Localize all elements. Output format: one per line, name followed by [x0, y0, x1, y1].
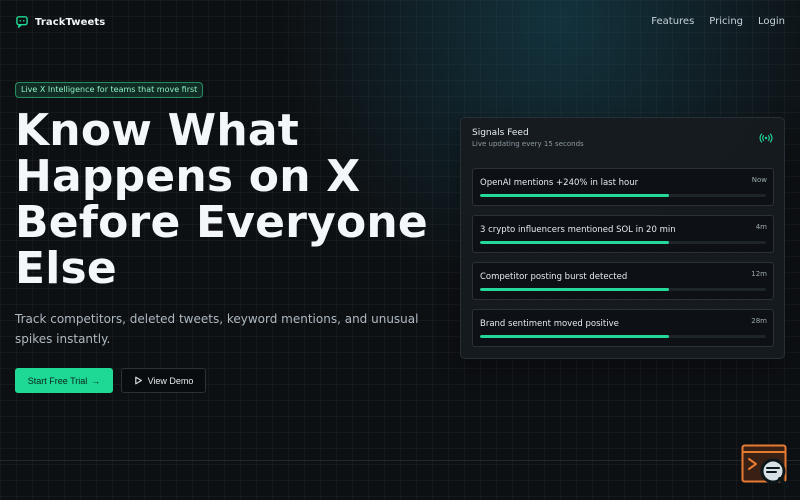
signal-progress-track	[480, 288, 766, 291]
view-demo-button[interactable]: View Demo	[121, 368, 206, 393]
signal-progress-track	[480, 194, 766, 197]
hero-subtitle: Track competitors, deleted tweets, keywo…	[15, 312, 419, 346]
signals-list: OpenAI mentions +240% in last hour Now 3…	[472, 168, 774, 356]
signal-item[interactable]: Brand sentiment moved positive 28m	[472, 309, 774, 347]
signal-text: Brand sentiment moved positive	[480, 319, 619, 329]
hero-badge: Live X Intelligence for teams that move …	[15, 82, 204, 98]
signal-progress-fill	[480, 288, 669, 291]
signal-time: 28m	[751, 317, 767, 325]
signals-feed-card: Signals Feed Live updating every 15 seco…	[460, 117, 785, 359]
nav-link-features[interactable]: Features	[651, 16, 694, 27]
nav-link-login[interactable]: Login	[758, 16, 785, 27]
signal-item[interactable]: Competitor posting burst detected 12m	[472, 262, 774, 300]
signals-feed-subtitle: Live updating every 15 seconds	[472, 140, 584, 148]
chat-bubble-icon	[16, 16, 28, 28]
signal-progress-fill	[480, 194, 669, 197]
arrow-right-icon: →	[91, 375, 101, 386]
hero-title-line: Before Everyone	[15, 197, 428, 248]
signal-text: Competitor posting burst detected	[480, 272, 628, 282]
brand[interactable]: TrackTweets	[15, 15, 105, 29]
broadcast-icon	[759, 133, 773, 143]
signal-progress-fill	[480, 241, 669, 244]
hero-title-line: Happens on X	[15, 151, 361, 202]
view-demo-label: View Demo	[147, 375, 194, 386]
signal-time: Now	[751, 176, 767, 184]
play-icon	[134, 376, 142, 385]
landing-page: TrackTweets Features Pricing Login Live …	[0, 0, 800, 500]
start-free-trial-button[interactable]: Start Free Trial →	[15, 368, 113, 393]
code-search-widget-icon[interactable]	[741, 444, 790, 488]
navigation-links: Features Pricing Login	[651, 16, 785, 27]
signal-progress-track	[480, 241, 766, 244]
brand-name: TrackTweets	[35, 16, 106, 28]
hero-title: Know What Happens on X Before Everyone E…	[15, 108, 445, 292]
hero-title-line: Know What	[15, 105, 299, 156]
signal-progress-fill	[480, 335, 669, 338]
top-navigation: TrackTweets Features Pricing Login	[15, 11, 785, 33]
signal-time: 4m	[755, 223, 767, 231]
section-divider	[0, 460, 800, 461]
start-free-trial-label: Start Free Trial	[27, 375, 88, 386]
nav-link-pricing[interactable]: Pricing	[709, 16, 743, 27]
signal-time: 12m	[751, 270, 767, 278]
hero-actions: Start Free Trial → View Demo	[15, 368, 206, 393]
signal-item[interactable]: 3 crypto influencers mentioned SOL in 20…	[472, 215, 774, 253]
signals-feed-title: Signals Feed	[472, 128, 529, 138]
hero-title-line: Else	[15, 243, 117, 294]
signal-text: 3 crypto influencers mentioned SOL in 20…	[480, 225, 676, 235]
signal-item[interactable]: OpenAI mentions +240% in last hour Now	[472, 168, 774, 206]
signal-text: OpenAI mentions +240% in last hour	[480, 178, 639, 188]
signal-progress-track	[480, 335, 766, 338]
